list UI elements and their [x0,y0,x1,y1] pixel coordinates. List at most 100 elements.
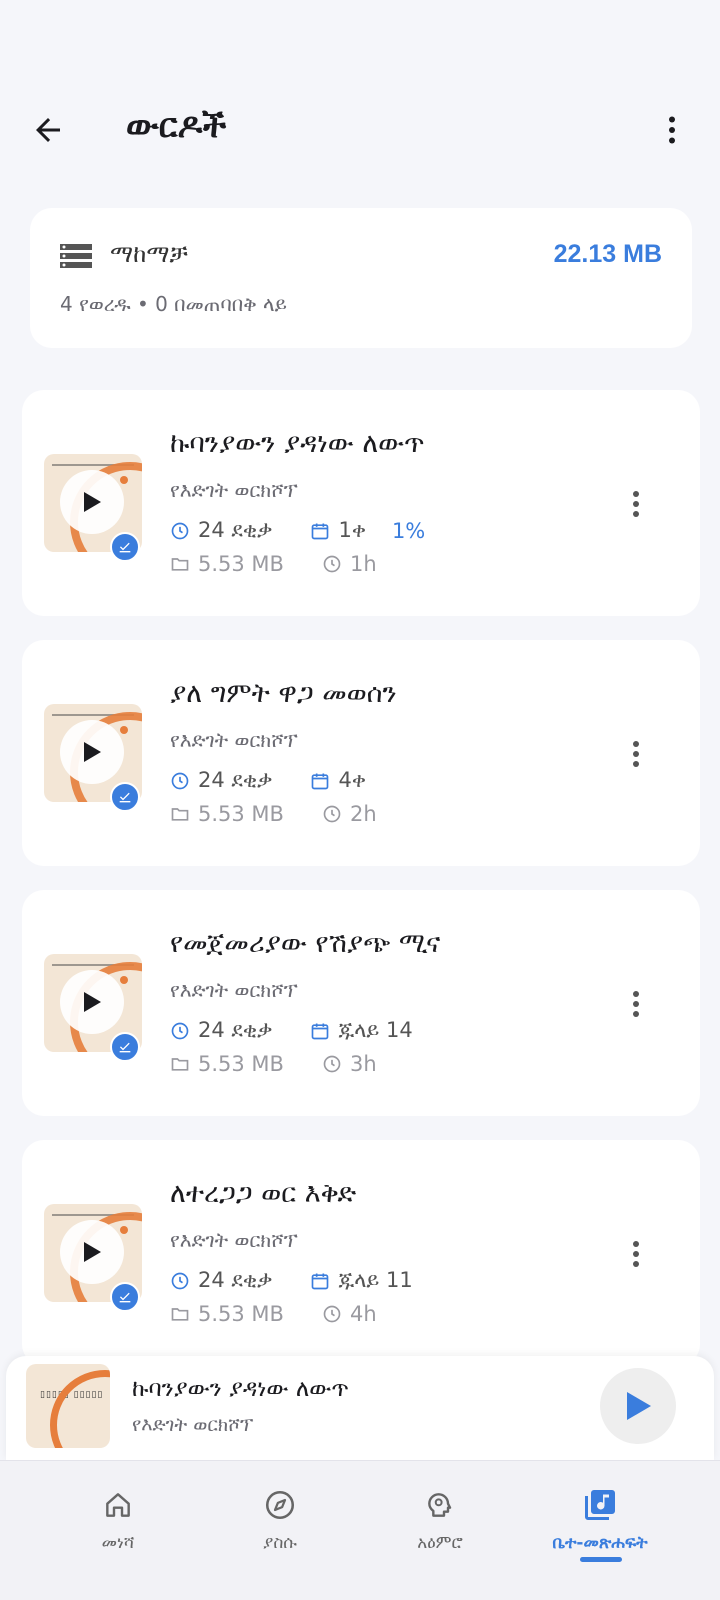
episode-meta-row: 24 ደቂቃ 4ቀ [170,768,392,793]
clock-icon [171,1272,189,1289]
home-icon [106,1493,130,1517]
episode-meta-row: 24 ደቂቃ 1ቀ 1% [170,518,425,543]
more-options-button[interactable] [652,110,692,150]
episode-duration: 24 ደቂቃ [198,1268,273,1292]
thumb-dot [120,476,128,484]
folder-icon [171,558,189,571]
play-icon [84,492,101,512]
active-nav-indicator [580,1557,622,1562]
episode-file-row: 5.53 MB 3h [170,1052,377,1076]
storage-card: ማከማቻ 22.13 MB 4 የወረዱ • 0 በመጠባበቅ ላይ [30,208,692,348]
nav-item-library[interactable]: ቤተ-መጽሐፍት [520,1485,680,1565]
thumb-dot [120,1226,128,1234]
clock-icon [171,1022,189,1039]
mini-player-title: ኩባንያውን ያዳነው ለውጥ [132,1376,349,1402]
clock-icon [323,1055,341,1073]
episode-author: የእድገት ወርክሾፕ [170,728,298,752]
episode-meta-row: 24 ደቂቃ ጁላይ 14 [170,1018,439,1043]
episode-title: የመጀመሪያው የሽያጭ ሚና [170,928,441,959]
episode-more-button[interactable] [624,734,648,774]
more-vert-icon [633,741,639,767]
check-icon [119,542,131,553]
episode-file-size: 5.53 MB [198,552,284,576]
clock-icon [323,1305,341,1323]
play-icon [627,1392,651,1420]
play-icon [84,992,101,1012]
play-button[interactable] [60,1220,124,1284]
calendar-icon [312,1273,329,1289]
nav-item-mind[interactable]: አዕምሮ [360,1485,520,1565]
storage-subtitle: 4 የወረዱ • 0 በመጠባበቅ ላይ [60,292,287,316]
episode-file-size: 5.53 MB [198,802,284,826]
episode-downloaded-ago: 3h [349,1052,377,1076]
library-music-icon [585,1490,615,1520]
downloaded-badge [110,1282,140,1312]
check-icon [119,1292,131,1303]
more-vert-icon [633,491,639,517]
episode-title: ያለ ግምት ዋጋ መወሰን [170,678,397,709]
episode-date: 1ቀ [338,518,366,542]
episode-file-row: 5.53 MB 1h [170,552,377,576]
nav-label-home: መነሻ [101,1533,135,1553]
bottom-navigation: መነሻ ያስሱ አዕምሮ ቤተ-መጽሐፍት [0,1460,720,1600]
mini-thumb-arc [50,1370,110,1448]
episode-date: 4ቀ [338,768,366,792]
more-vert-icon [633,1241,639,1267]
nav-label-explore: ያስሱ [263,1533,297,1553]
episode-card[interactable]: የመጀመሪያው የሽያጭ ሚና የእድገት ወርክሾፕ 24 ደቂቃ ጁላይ 1… [22,890,700,1116]
episode-more-button[interactable] [624,484,648,524]
episode-author: የእድገት ወርክሾፕ [170,978,298,1002]
episode-meta-row: 24 ደቂቃ ጁላይ 11 [170,1268,439,1293]
downloaded-badge [110,532,140,562]
more-vert-icon [633,991,639,1017]
episode-title: ኩባንያውን ያዳነው ለውጥ [170,428,425,459]
episode-more-button[interactable] [624,984,648,1024]
episode-duration: 24 ደቂቃ [198,768,273,792]
nav-label-mind: አዕምሮ [417,1533,463,1553]
episode-date: ጁላይ 14 [338,1018,413,1042]
nav-item-explore[interactable]: ያስሱ [200,1485,360,1565]
episode-more-button[interactable] [624,1234,648,1274]
thumb-dot [120,726,128,734]
play-icon [84,742,101,762]
episode-file-row: 5.53 MB 4h [170,1302,377,1326]
nav-label-library: ቤተ-መጽሐፍት [552,1533,648,1553]
episode-downloaded-ago: 2h [349,802,377,826]
episode-duration: 24 ደቂቃ [198,518,273,542]
downloaded-badge [110,1032,140,1062]
clock-icon [171,522,189,539]
episode-card[interactable]: ያለ ግምት ዋጋ መወሰን የእድገት ወርክሾፕ 24 ደቂቃ 4ቀ 5.5… [22,640,700,866]
play-icon [84,1242,101,1262]
thumb-dot [120,976,128,984]
episode-file-size: 5.53 MB [198,1302,284,1326]
more-vert-icon [669,116,675,144]
folder-icon [171,808,189,821]
play-button[interactable] [60,970,124,1034]
folder-icon [171,1308,189,1321]
clock-icon [323,805,341,823]
play-button[interactable] [60,470,124,534]
folder-icon [171,1058,189,1071]
clock-icon [323,555,341,573]
episode-title: ለተረጋጋ ወር እቅድ [170,1178,357,1209]
mini-player-play-button[interactable] [600,1368,676,1444]
arrow-left-icon [36,118,60,142]
episode-downloaded-ago: 1h [349,552,377,576]
calendar-icon [312,773,329,789]
page-title: ውርዶች [126,106,227,146]
episode-card[interactable]: ለተረጋጋ ወር እቅድ የእድገት ወርክሾፕ 24 ደቂቃ ጁላይ 11 5… [22,1140,700,1366]
episode-author: የእድገት ወርክሾፕ [170,478,298,502]
nav-item-home[interactable]: መነሻ [38,1485,198,1565]
episode-file-size: 5.53 MB [198,1052,284,1076]
back-button[interactable] [28,110,68,150]
calendar-icon [312,1023,329,1039]
downloaded-badge [110,782,140,812]
calendar-icon [312,523,329,539]
mini-player[interactable]: ▯▯▯▯▯ ▯▯▯▯▯ ኩባንያውን ያዳነው ለውጥ የእድገት ወርክሾፕ [6,1356,714,1460]
episode-author: የእድገት ወርክሾፕ [170,1228,298,1252]
episode-card[interactable]: ኩባንያውን ያዳነው ለውጥ የእድገት ወርክሾፕ 24 ደቂቃ 1ቀ 1%… [22,390,700,616]
brain-icon [428,1493,452,1517]
episode-duration: 24 ደቂቃ [198,1018,273,1042]
play-button[interactable] [60,720,124,784]
episode-downloaded-ago: 4h [349,1302,377,1326]
